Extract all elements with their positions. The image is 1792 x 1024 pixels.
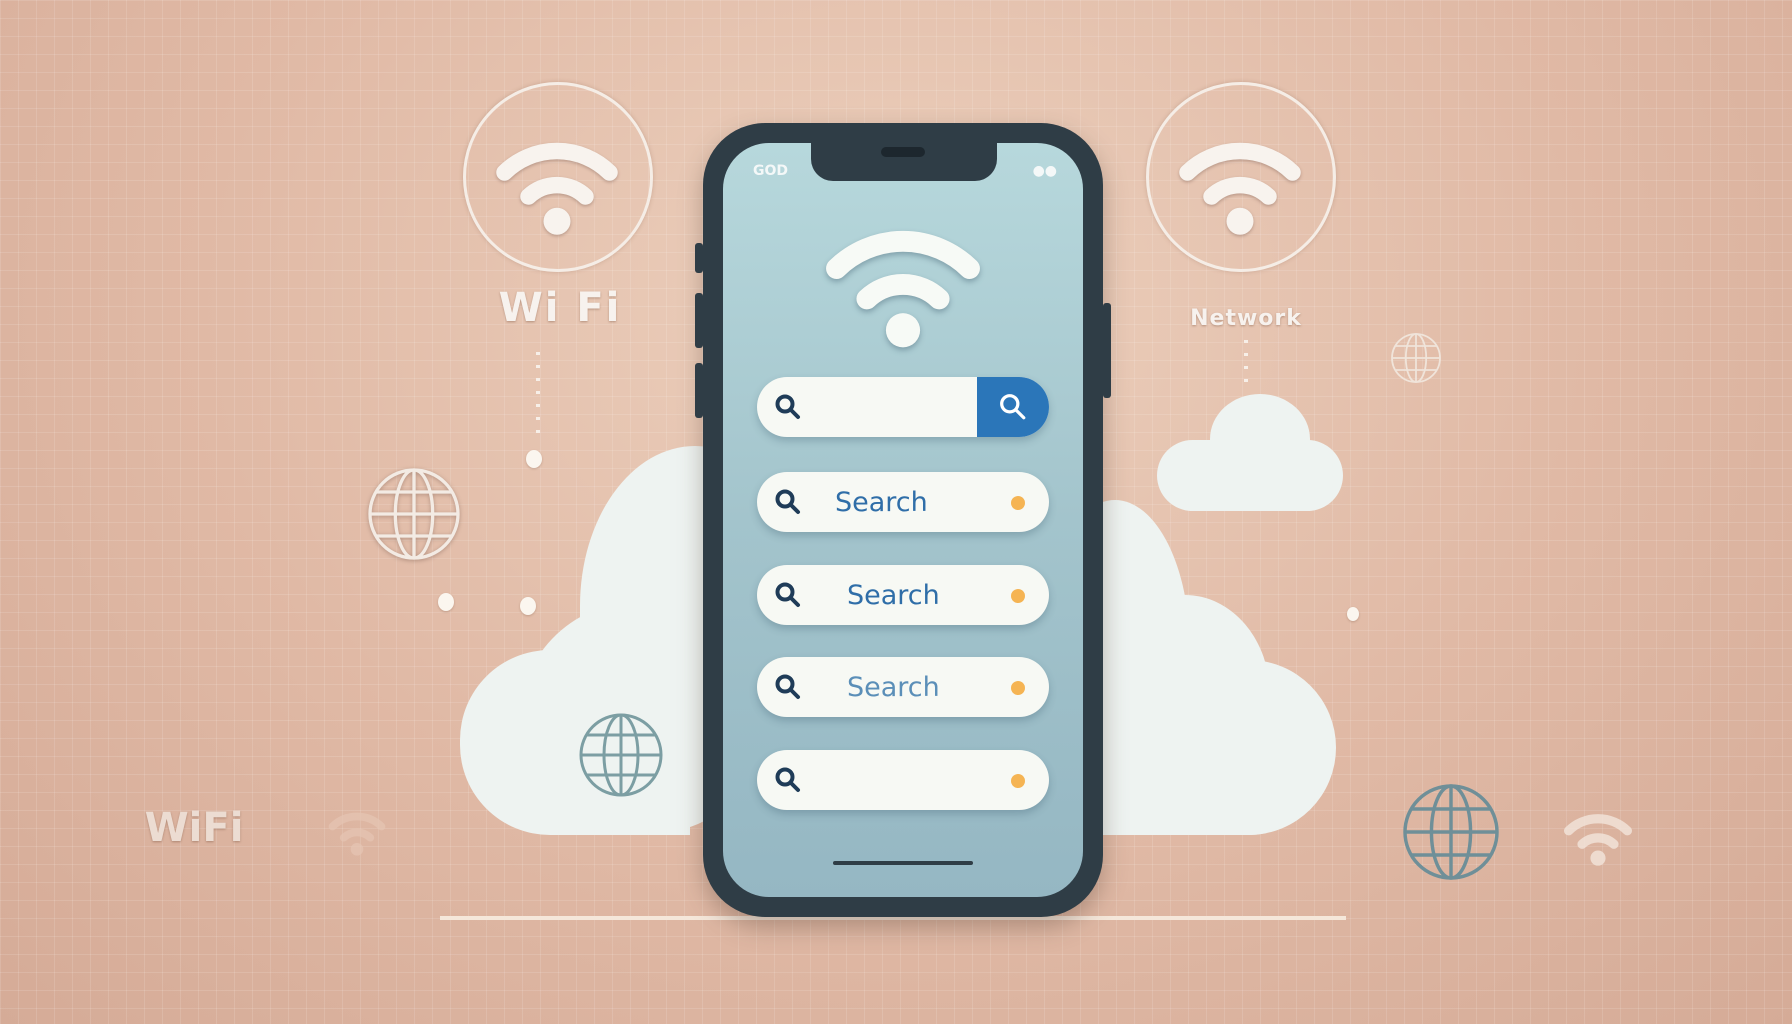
wifi-label-bottom: WiFi [144, 805, 244, 851]
search-item-label: Search [847, 671, 940, 703]
wifi-icon-faded [1569, 819, 1628, 866]
power-button[interactable] [1103, 303, 1111, 398]
decor-dot [438, 593, 454, 611]
search-icon [775, 767, 800, 792]
wifi-ring-right [1146, 82, 1336, 272]
search-input[interactable] [817, 387, 967, 427]
main-search-bar[interactable] [757, 377, 1049, 437]
status-dot [1011, 774, 1025, 788]
status-dot [1011, 496, 1025, 510]
volume-down-button[interactable] [695, 363, 703, 418]
search-icon [775, 674, 800, 699]
search-item-label: Search [847, 579, 940, 611]
search-icon [775, 582, 800, 607]
globe-icon [1403, 784, 1499, 880]
smartphone: GOD ●● Search Search Search [695, 123, 1111, 917]
network-label: Network [1190, 306, 1302, 331]
decor-dot [1347, 607, 1359, 621]
notch [811, 143, 997, 181]
volume-up-button[interactable] [695, 293, 703, 348]
search-button[interactable] [977, 377, 1049, 437]
wifi-icon-faded-left [333, 816, 382, 855]
status-dot [1011, 681, 1025, 695]
search-icon [1000, 394, 1026, 420]
search-item-label: Search [835, 486, 928, 518]
search-item[interactable]: Search [757, 657, 1049, 717]
wifi-ring-left [463, 82, 653, 272]
decor-dot [520, 597, 536, 615]
wifi-icon [816, 218, 990, 368]
search-item[interactable] [757, 750, 1049, 810]
status-icons: ●● [1032, 163, 1057, 179]
search-item[interactable]: Search [757, 472, 1049, 532]
globe-icon [579, 713, 663, 797]
status-dot [1011, 589, 1025, 603]
globe-icon [368, 468, 460, 560]
search-icon [775, 394, 800, 419]
wifi-label: Wi Fi [498, 285, 622, 331]
phone-screen: GOD ●● Search Search Search [723, 143, 1083, 897]
status-time: GOD [753, 163, 789, 179]
decor-dot [526, 450, 542, 468]
globe-icon [1391, 333, 1441, 383]
search-icon [775, 489, 800, 514]
home-indicator[interactable] [833, 861, 973, 865]
search-item[interactable]: Search [757, 565, 1049, 625]
side-button [695, 243, 703, 273]
